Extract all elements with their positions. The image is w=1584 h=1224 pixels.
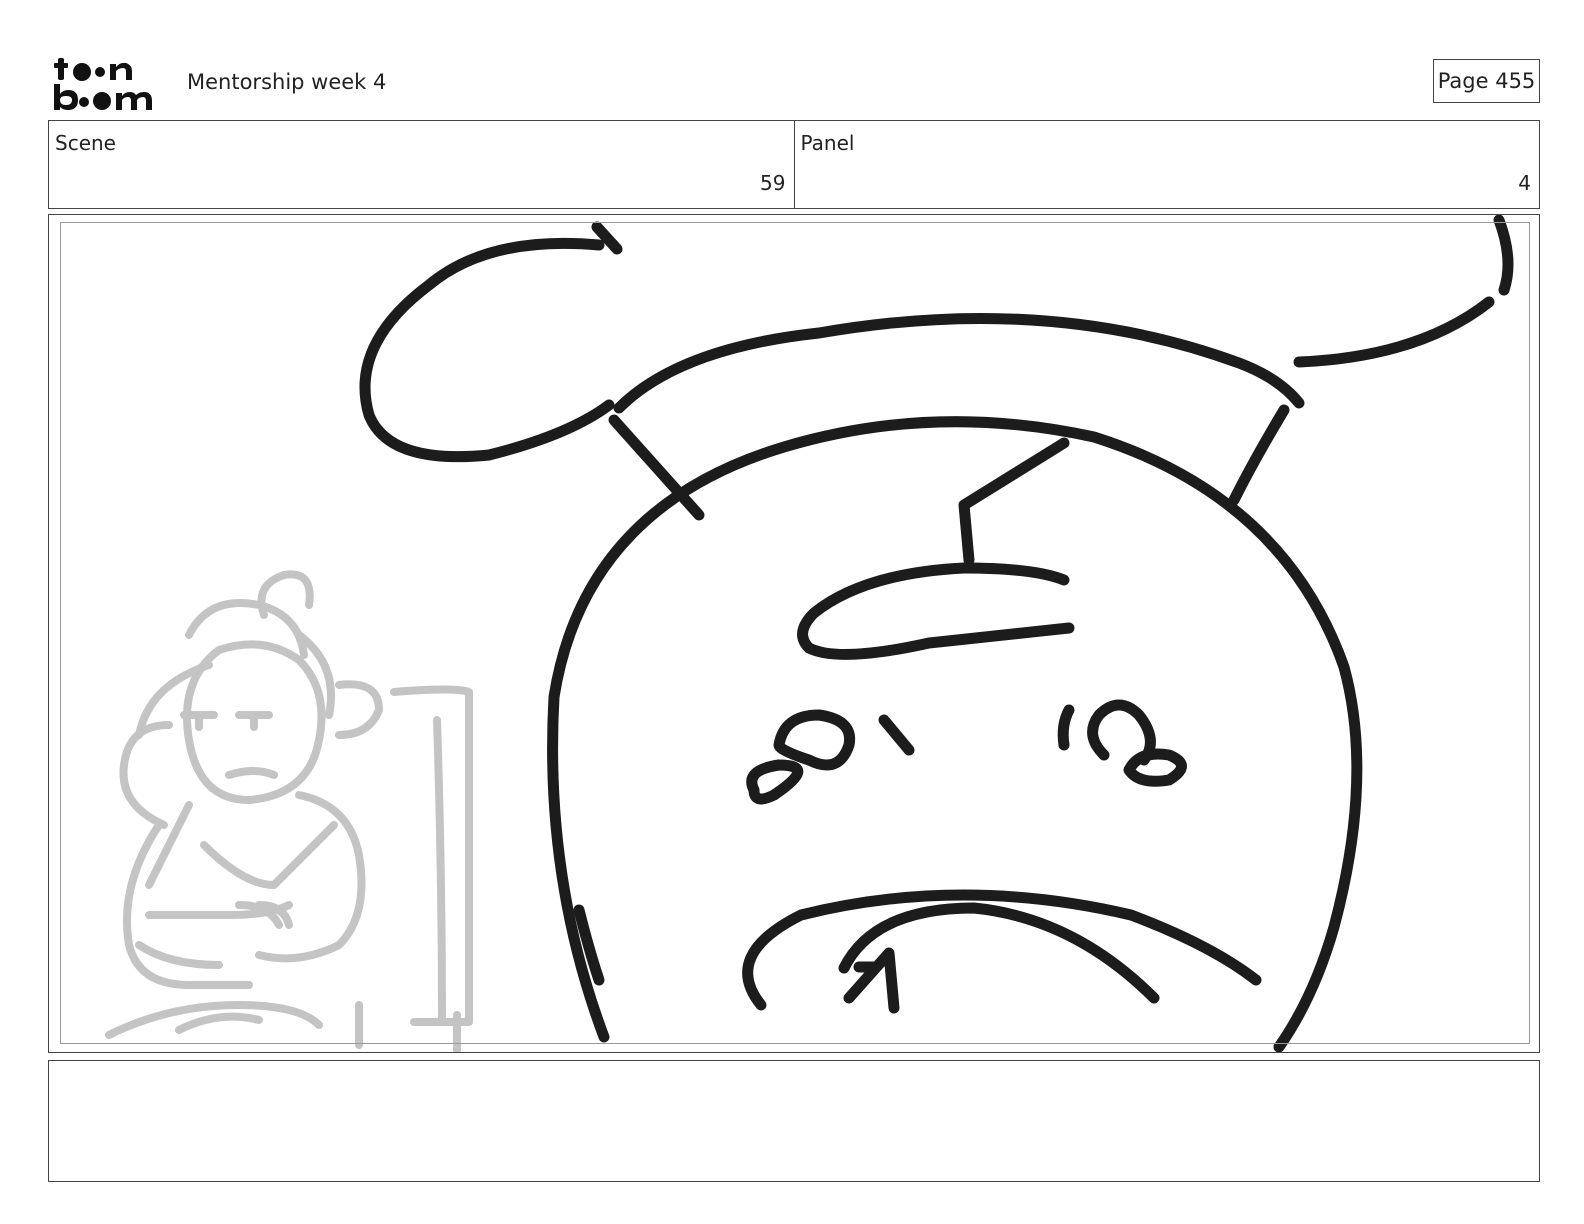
document-title: Mentorship week 4 xyxy=(187,70,387,94)
panel-drawing xyxy=(105,215,1514,1052)
page-number: Page 455 xyxy=(1433,59,1540,103)
toonboom-logo xyxy=(54,58,152,110)
panel-notes-box xyxy=(48,1060,1540,1182)
storyboard-panel xyxy=(48,214,1540,1053)
panel-number: 4 xyxy=(1518,171,1531,195)
scene-number: 59 xyxy=(760,171,786,195)
foreground-character-face xyxy=(359,215,1514,1052)
scene-label: Scene xyxy=(55,131,116,155)
panel-cell: Panel 4 xyxy=(793,121,1540,208)
panel-label: Panel xyxy=(800,131,855,155)
background-character-sketch xyxy=(105,570,473,1052)
scene-panel-table: Scene 59 Panel 4 xyxy=(48,120,1540,209)
scene-cell: Scene 59 xyxy=(49,121,794,208)
